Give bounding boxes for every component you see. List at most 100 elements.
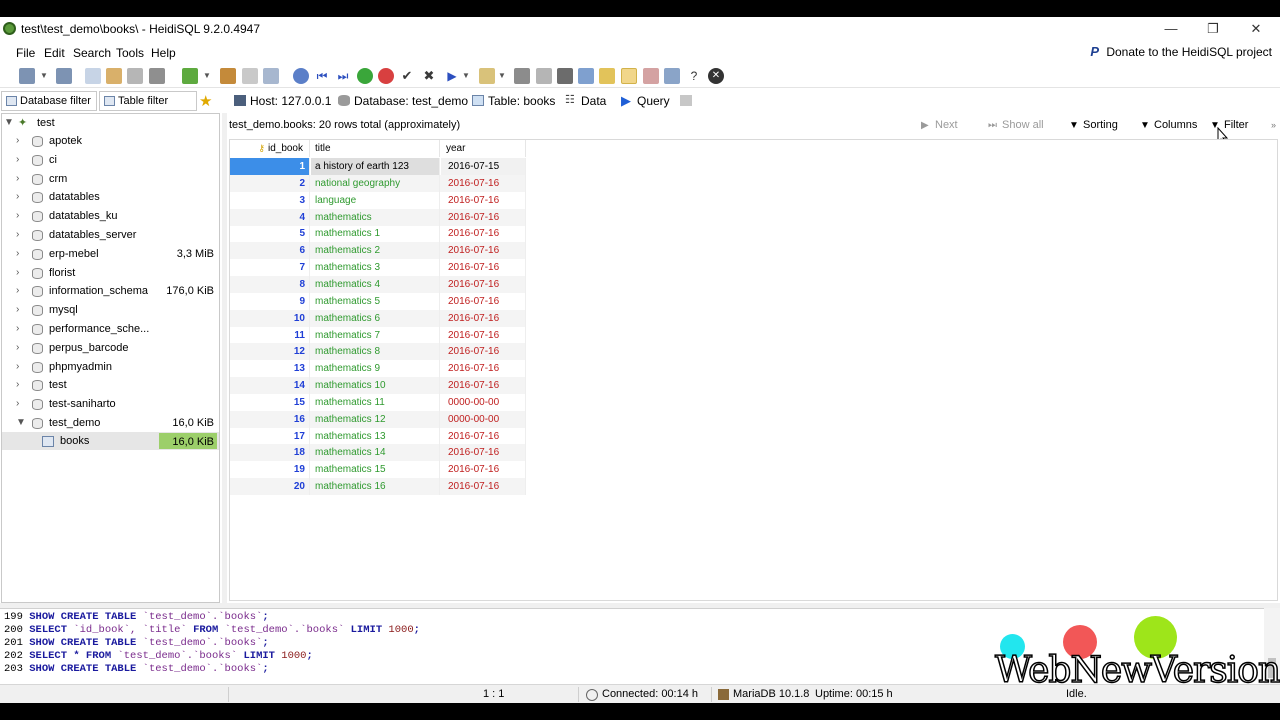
insert-row-icon[interactable] (357, 68, 373, 84)
cell-id-book[interactable]: 11 (230, 326, 310, 344)
exit-icon[interactable]: ✕ (708, 68, 724, 84)
cell-year[interactable]: 2016-07-16 (441, 259, 526, 277)
wrap-icon[interactable] (664, 68, 680, 84)
cell-title[interactable]: mathematics (311, 208, 440, 226)
table-row[interactable]: 5 mathematics 1 2016-07-16 (230, 225, 526, 243)
tree-item[interactable]: › test (2, 376, 219, 394)
disconnect-icon[interactable] (56, 68, 72, 84)
cell-id-book[interactable]: 17 (230, 427, 310, 445)
cell-title[interactable]: mathematics 7 (311, 326, 440, 344)
menu-file[interactable]: File (16, 46, 35, 60)
tree-item[interactable]: › performance_sche... (2, 320, 219, 338)
cell-year[interactable]: 2016-07-16 (441, 461, 526, 479)
cell-title[interactable]: mathematics 13 (311, 427, 440, 445)
cell-year[interactable]: 2016-07-16 (441, 326, 526, 344)
chevron-right-icon[interactable]: › (16, 395, 19, 413)
tree-item[interactable]: ▼ test_demo 16,0 KiB (2, 414, 219, 432)
tree-item[interactable]: › ci (2, 151, 219, 169)
cell-id-book[interactable]: 4 (230, 208, 310, 226)
tree-item[interactable]: › test-saniharto (2, 395, 219, 413)
cell-year[interactable]: 0000-00-00 (441, 410, 526, 428)
chevron-right-icon[interactable]: › (16, 245, 19, 263)
cell-year[interactable]: 2016-07-16 (441, 174, 526, 192)
table-row[interactable]: 19 mathematics 15 2016-07-16 (230, 461, 526, 479)
chevron-right-icon[interactable]: › (16, 170, 19, 188)
tree-item[interactable]: › apotek (2, 132, 219, 150)
chevron-down-icon[interactable]: ▼ (4, 114, 14, 132)
table-row[interactable]: 20 mathematics 16 2016-07-16 (230, 478, 526, 496)
cell-year[interactable]: 2016-07-16 (441, 444, 526, 462)
table-row[interactable]: 2 national geography 2016-07-16 (230, 174, 526, 192)
chevron-down-icon[interactable]: ▼ (203, 68, 213, 84)
cell-year[interactable]: 2016-07-15 (441, 158, 526, 175)
tree-item[interactable]: › mysql (2, 301, 219, 319)
tab-table-filter[interactable]: Table filter (99, 91, 197, 111)
chevron-right-icon[interactable]: › (16, 376, 19, 394)
help-icon[interactable]: ? (686, 68, 702, 84)
donate-link[interactable]: P Donate to the HeidiSQL project (1090, 44, 1272, 59)
next-button[interactable]: ▶ Next (921, 119, 958, 131)
cell-year[interactable]: 2016-07-16 (441, 377, 526, 395)
cell-year[interactable]: 2016-07-16 (441, 478, 526, 496)
cell-title[interactable]: mathematics 4 (311, 275, 440, 293)
format-sql-icon[interactable] (578, 68, 594, 84)
column-header-year[interactable]: year (441, 140, 526, 157)
cell-title[interactable]: mathematics 3 (311, 259, 440, 277)
chevron-right-icon[interactable]: › (16, 226, 19, 244)
cell-title[interactable]: mathematics 2 (311, 242, 440, 260)
table-row[interactable]: 8 mathematics 4 2016-07-16 (230, 275, 526, 293)
menu-help[interactable]: Help (151, 46, 176, 60)
save-icon[interactable] (514, 68, 530, 84)
cell-title[interactable]: mathematics 1 (311, 225, 440, 243)
tab-database[interactable]: Database: test_demo (336, 93, 468, 111)
cell-title[interactable]: mathematics 5 (311, 292, 440, 310)
tree-item[interactable]: › erp-mebel 3,3 MiB (2, 245, 219, 263)
undo-icon[interactable] (127, 68, 143, 84)
new-query-tab-button[interactable] (678, 93, 696, 111)
columns-button[interactable]: ▼ Columns (1140, 119, 1197, 131)
cell-title[interactable]: mathematics 12 (311, 410, 440, 428)
paste-icon[interactable] (106, 68, 122, 84)
cell-id-book[interactable]: 15 (230, 393, 310, 411)
cell-title[interactable]: language (311, 191, 440, 209)
chevron-right-icon[interactable]: › (16, 301, 19, 319)
chevron-right-icon[interactable]: › (16, 132, 19, 150)
cancel-x-icon[interactable]: ✖ (421, 68, 437, 84)
menu-tools[interactable]: Tools (116, 46, 144, 60)
tree-item-books[interactable]: books 16,0 KiB (2, 432, 219, 450)
cell-title[interactable]: mathematics 6 (311, 309, 440, 327)
cell-id-book[interactable]: 1 (230, 158, 310, 175)
cell-title[interactable]: mathematics 16 (311, 478, 440, 496)
tab-data[interactable]: ☷ Data (563, 93, 607, 111)
post-check-icon[interactable]: ✔ (399, 68, 415, 84)
table-row[interactable]: 10 mathematics 6 2016-07-16 (230, 309, 526, 327)
favorites-star-icon[interactable]: ★ (199, 92, 212, 110)
tree-item[interactable]: › phpmyadmin (2, 358, 219, 376)
tree-item[interactable]: › perpus_barcode (2, 339, 219, 357)
menu-search[interactable]: Search (73, 46, 111, 60)
delete-row-icon[interactable] (378, 68, 394, 84)
chevron-right-icon[interactable]: › (16, 151, 19, 169)
chevron-down-icon[interactable]: ▼ (462, 68, 472, 84)
cell-title[interactable]: mathematics 10 (311, 377, 440, 395)
cell-id-book[interactable]: 16 (230, 410, 310, 428)
warning-icon[interactable] (621, 68, 637, 84)
binoculars-icon[interactable] (557, 68, 573, 84)
tab-host[interactable]: Host: 127.0.0.1 (232, 93, 331, 111)
table-row[interactable]: 4 mathematics 2016-07-16 (230, 208, 526, 226)
cell-id-book[interactable]: 9 (230, 292, 310, 310)
tree-root[interactable]: ▼ ✦ test (2, 114, 219, 132)
tree-item[interactable]: › crm (2, 170, 219, 188)
chevron-right-icon[interactable]: › (16, 339, 19, 357)
close-window-button[interactable]: ✕ (1241, 20, 1271, 37)
table-row[interactable]: 13 mathematics 9 2016-07-16 (230, 360, 526, 378)
filter-button[interactable]: ▼ Filter (1210, 119, 1248, 131)
user-manager-icon[interactable] (220, 68, 236, 84)
cell-id-book[interactable]: 5 (230, 225, 310, 243)
tree-item[interactable]: › datatables_server (2, 226, 219, 244)
cell-title[interactable]: mathematics 9 (311, 360, 440, 378)
cell-year[interactable]: 2016-07-16 (441, 343, 526, 361)
run-query-icon[interactable]: ▶ (444, 68, 460, 84)
table-row[interactable]: 3 language 2016-07-16 (230, 191, 526, 209)
edit-icon[interactable] (599, 68, 615, 84)
